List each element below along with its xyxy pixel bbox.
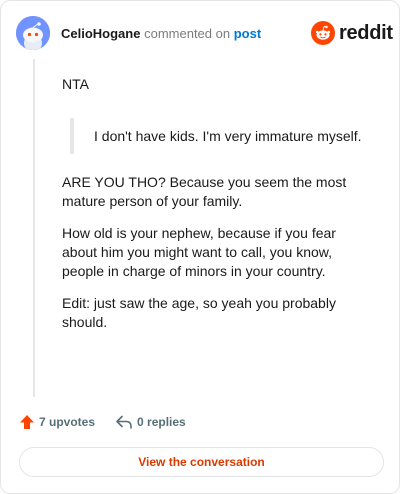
replies[interactable]: 0 replies <box>115 414 186 430</box>
snoo-avatar-icon <box>16 16 50 50</box>
thread-line <box>33 59 35 397</box>
blockquote: I don't have kids. I'm very immature mys… <box>70 118 362 154</box>
upvotes-count: 7 upvotes <box>39 415 96 429</box>
brand-wordmark: reddit <box>339 21 393 44</box>
comment-paragraph: Edit: just saw the age, so yeah you prob… <box>62 295 336 330</box>
comment-paragraph: NTA <box>62 76 89 92</box>
comment-paragraph: How old is your nephew, because if you f… <box>62 225 336 279</box>
comment-body: NTA I don't have kids. I'm very immature… <box>62 75 362 332</box>
comment-header: CelioHogane commented on post <box>61 26 261 42</box>
reddit-logo-icon <box>311 21 335 45</box>
post-link[interactable]: post <box>234 26 261 41</box>
author-name[interactable]: CelioHogane <box>61 26 140 41</box>
embed-card: CelioHogane commented on post reddit NTA… <box>0 0 400 494</box>
upvote-arrow-icon <box>20 415 34 429</box>
quote-text: I don't have kids. I'm very immature mys… <box>94 128 362 144</box>
reply-arrow-icon <box>116 415 132 429</box>
comment-paragraph: ARE YOU THO? Because you seem the most m… <box>62 174 347 209</box>
avatar[interactable] <box>16 16 50 50</box>
upvotes[interactable]: 7 upvotes <box>19 414 95 430</box>
reddit-brand[interactable]: reddit <box>311 20 393 46</box>
replies-count: 0 replies <box>137 415 186 429</box>
comment-footer: 7 upvotes 0 replies <box>19 413 186 431</box>
view-conversation-button[interactable]: View the conversation <box>19 447 384 477</box>
header-action: commented on <box>144 26 231 41</box>
